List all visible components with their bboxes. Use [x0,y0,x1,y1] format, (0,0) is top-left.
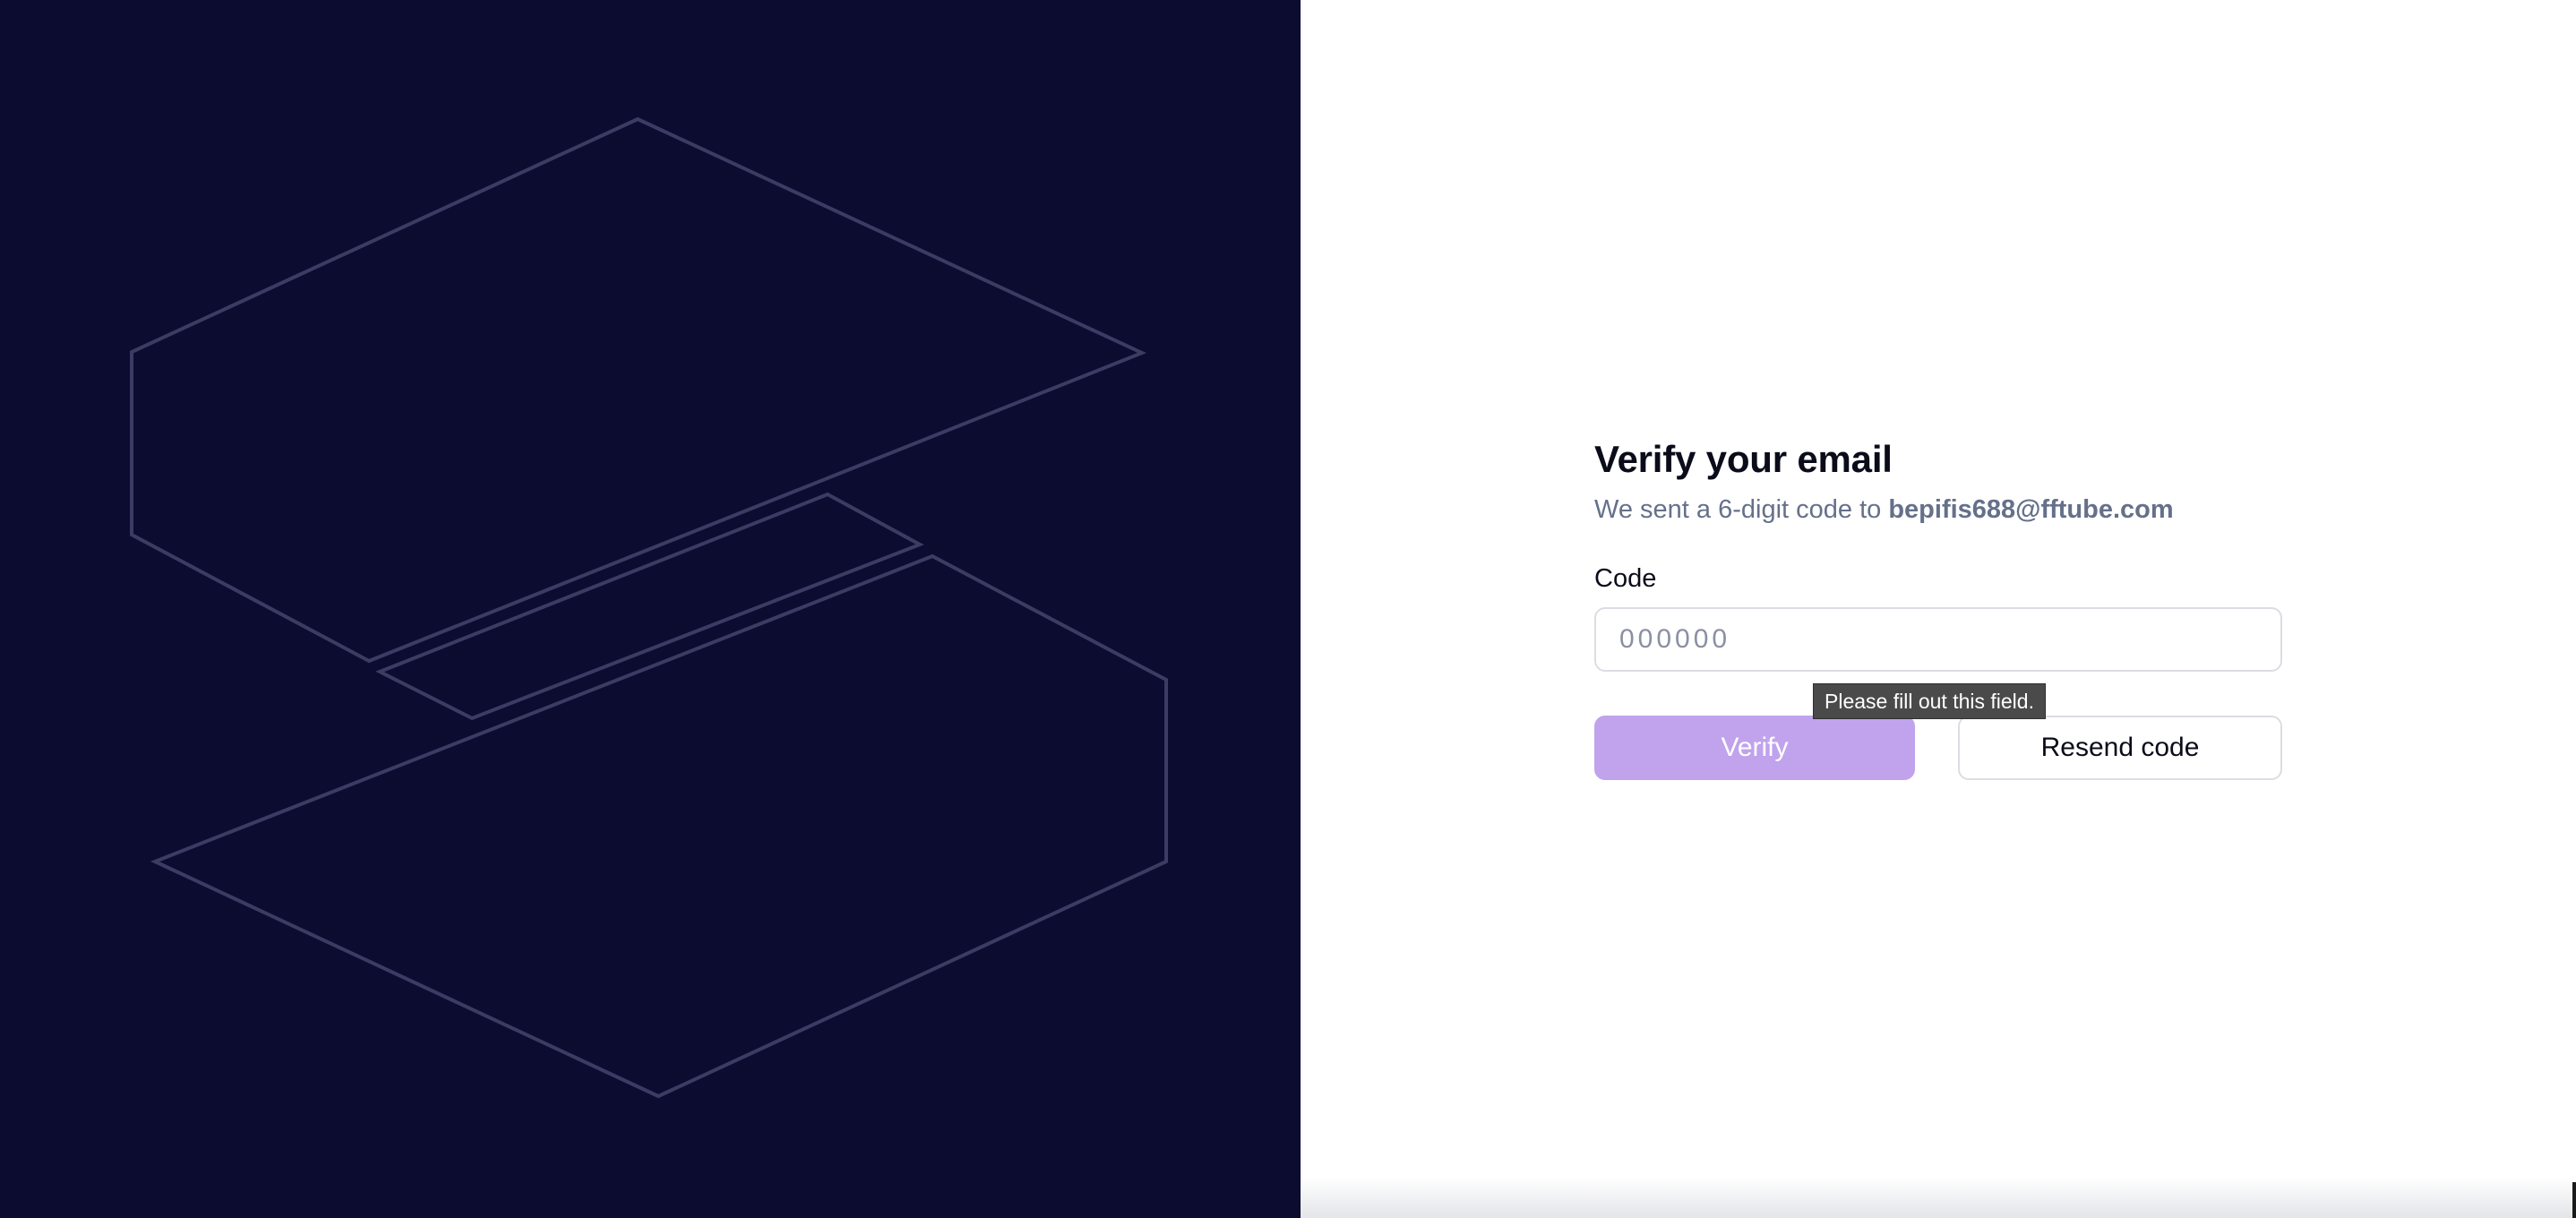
subtitle: We sent a 6-digit code to bepifis688@fft… [1594,493,2282,527]
page-title: Verify your email [1594,438,1893,480]
resend-code-button[interactable]: Resend code [1958,716,2282,780]
form-actions: Verify Resend code [1594,716,2282,780]
verify-button[interactable]: Verify [1594,716,1915,780]
validation-tooltip: Please fill out this field. [1813,683,2046,719]
bottom-shadow [1301,1177,2576,1218]
brand-logo-icon [130,116,1168,1099]
subtitle-text: We sent a 6-digit code to [1594,495,1889,524]
code-input[interactable] [1594,607,2282,672]
window-corner [2572,1182,2576,1218]
email-address: bepifis688@fftube.com [1888,495,2174,524]
auth-panel: Verify your email We sent a 6-digit code… [1301,0,2576,1218]
verify-form: Verify your email We sent a 6-digit code… [1594,435,2282,780]
verify-email-page: Verify your email We sent a 6-digit code… [0,0,2576,1218]
code-label: Code [1594,564,1657,593]
brand-panel [0,0,1301,1218]
